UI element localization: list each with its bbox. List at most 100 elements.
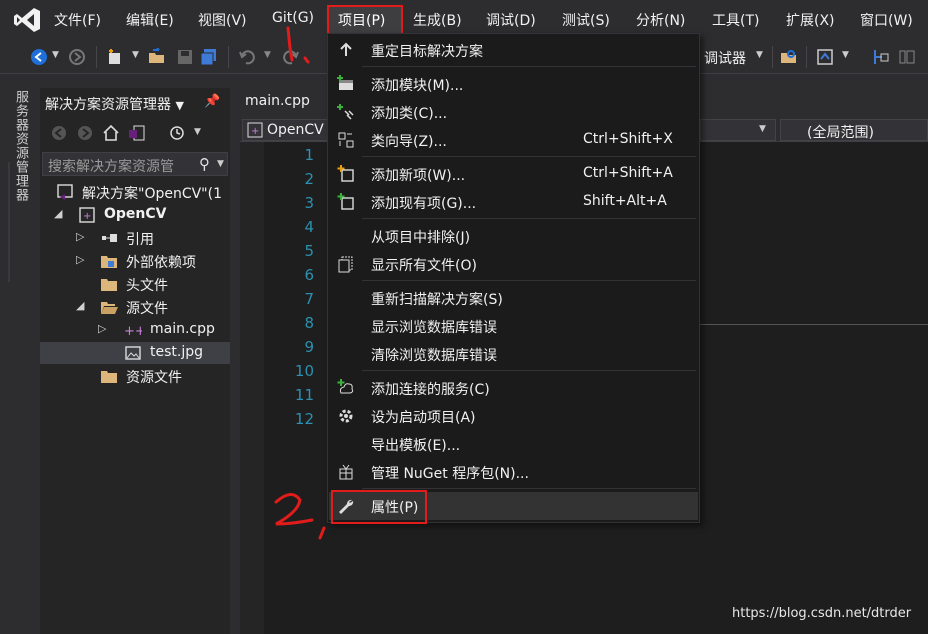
line-number: 1: [304, 146, 314, 164]
menu-item-add-new-item[interactable]: 添加新项(W)... Ctrl+Shift+A: [329, 160, 698, 188]
pending-changes-icon[interactable]: [168, 124, 186, 142]
menu-item-set-startup-project[interactable]: 设为启动项目(A): [329, 402, 698, 430]
menu-item-label: 设为启动项目(A): [371, 410, 476, 426]
visual-studio-logo-icon[interactable]: [12, 6, 42, 34]
chevron-down-icon: ▼: [759, 124, 766, 134]
scope-dropdown-label: (全局范围): [807, 125, 874, 141]
solution-search-input[interactable]: 搜索解决方案资源管 ⚲ ▼: [42, 152, 228, 176]
line-number: 11: [294, 386, 314, 404]
collapsed-arrow-icon[interactable]: ▷: [98, 322, 106, 335]
layout-icon[interactable]: [898, 48, 916, 66]
menu-project[interactable]: 项目(P): [338, 10, 385, 30]
undo-dropdown-icon[interactable]: ▼: [264, 50, 282, 68]
tree-row-project[interactable]: ◢ + OpenCV: [40, 204, 230, 226]
open-folder-icon: [101, 302, 118, 314]
open-folder-icon[interactable]: [148, 48, 166, 66]
tree-row-main-cpp[interactable]: ▷ ++ main.cpp: [40, 319, 230, 341]
back-icon[interactable]: [30, 48, 48, 66]
switch-views-icon[interactable]: [128, 124, 146, 142]
menu-item-class-wizard[interactable]: 类向导(Z)... Ctrl+Shift+X: [329, 126, 698, 154]
project-dropdown[interactable]: + OpenCV: [242, 119, 330, 141]
menu-tools[interactable]: 工具(T): [712, 10, 759, 30]
tab-main-cpp[interactable]: main.cpp: [240, 88, 318, 116]
forward-icon[interactable]: [76, 124, 94, 142]
tree-row-references[interactable]: ▷ 引用: [40, 227, 230, 249]
cpp-project-icon: +: [247, 122, 263, 138]
expanded-arrow-icon[interactable]: ◢: [54, 207, 62, 220]
menu-edit[interactable]: 编辑(E): [126, 10, 174, 30]
menu-item-label: 显示浏览数据库错误: [371, 320, 497, 336]
tree-row-test-jpg[interactable]: test.jpg: [40, 342, 230, 364]
search-options-icon[interactable]: ▼: [217, 159, 224, 169]
browser-dropdown-icon[interactable]: ▼: [842, 50, 860, 68]
menu-file[interactable]: 文件(F): [54, 10, 101, 30]
menu-item-label: 导出模板(E)...: [371, 438, 461, 454]
menu-item-add-existing-item[interactable]: 添加现有项(G)... Shift+Alt+A: [329, 188, 698, 216]
connected-service-icon: [337, 379, 354, 394]
menu-separator: [362, 218, 696, 219]
menu-item-add-module[interactable]: 添加模块(M)...: [329, 70, 698, 98]
redo-icon[interactable]: [282, 48, 300, 66]
tree-row-external-deps[interactable]: ▷ 外部依赖项: [40, 250, 230, 272]
back-icon[interactable]: [50, 124, 68, 142]
save-icon[interactable]: [176, 48, 194, 66]
pending-dropdown-icon[interactable]: ▼: [194, 127, 201, 137]
browser-icon[interactable]: [816, 48, 834, 66]
menu-item-rescan-solution[interactable]: 重新扫描解决方案(S): [329, 284, 698, 312]
menu-item-retarget-solution[interactable]: 重定目标解决方案: [329, 36, 698, 64]
menu-item-show-all-files[interactable]: 显示所有文件(O): [329, 250, 698, 278]
server-explorer-tab[interactable]: 服务器资源管理器: [12, 90, 30, 202]
menu-item-export-template[interactable]: 导出模板(E)...: [329, 430, 698, 458]
menu-build[interactable]: 生成(B): [413, 10, 462, 30]
tree-row-resource-files[interactable]: 资源文件: [40, 365, 230, 387]
menu-extensions[interactable]: 扩展(X): [786, 10, 835, 30]
collapsed-arrow-icon[interactable]: ▷: [76, 253, 84, 266]
pin-icon[interactable]: 📌: [204, 94, 220, 109]
expanded-arrow-icon[interactable]: ◢: [76, 299, 84, 312]
menu-item-add-connected-service[interactable]: 添加连接的服务(C): [329, 374, 698, 402]
forward-icon[interactable]: [68, 48, 86, 66]
menu-item-show-browse-db-errors[interactable]: 显示浏览数据库错误: [329, 312, 698, 340]
save-all-icon[interactable]: [200, 48, 218, 66]
menu-view[interactable]: 视图(V): [198, 10, 247, 30]
menu-item-label: 显示所有文件(O): [371, 258, 477, 274]
search-icon[interactable]: ⚲: [199, 155, 210, 173]
menu-git[interactable]: Git(G): [272, 10, 314, 26]
toolbar-separator: [96, 46, 97, 68]
menu-window[interactable]: 窗口(W): [860, 10, 913, 30]
menu-item-add-class[interactable]: 添加类(C)...: [329, 98, 698, 126]
collapsed-arrow-icon[interactable]: ▷: [76, 230, 84, 243]
toolbar-separator: [228, 46, 229, 68]
add-new-item-icon: [337, 165, 354, 182]
step-icon[interactable]: [872, 48, 890, 66]
menu-item-shortcut: Shift+Alt+A: [583, 193, 667, 209]
menu-item-manage-nuget[interactable]: 管理 NuGet 程序包(N)...: [329, 458, 698, 486]
menu-item-shortcut: Ctrl+Shift+A: [583, 165, 673, 181]
scope-dropdown[interactable]: (全局范围): [780, 119, 928, 141]
debugger-dropdown[interactable]: 调试器: [704, 48, 746, 68]
solution-icon: [57, 184, 73, 200]
type-dropdown[interactable]: ▼: [700, 119, 776, 141]
home-icon[interactable]: [102, 124, 120, 142]
menu-item-clear-browse-db-errors[interactable]: 清除浏览数据库错误: [329, 340, 698, 368]
cpp-file-icon: ++: [124, 324, 142, 339]
tree-label: 头文件: [126, 278, 168, 294]
solution-explorer-title[interactable]: 解决方案资源管理器 ▼: [45, 94, 184, 114]
tree-label: main.cpp: [150, 321, 215, 337]
menu-debug[interactable]: 调试(D): [486, 10, 536, 30]
tree-row-source-files[interactable]: ◢ 源文件: [40, 296, 230, 318]
folder-icon: [101, 371, 117, 383]
title-dropdown-icon[interactable]: ▼: [175, 99, 183, 112]
menu-analyze[interactable]: 分析(N): [636, 10, 685, 30]
menu-test[interactable]: 测试(S): [562, 10, 610, 30]
editor-divider: [700, 324, 928, 325]
undo-icon[interactable]: [238, 48, 256, 66]
external-deps-folder-icon: [101, 256, 117, 268]
find-in-files-icon[interactable]: [780, 48, 798, 66]
new-project-icon[interactable]: [106, 48, 124, 66]
tree-row-header-files[interactable]: 头文件: [40, 273, 230, 295]
menu-item-label: 管理 NuGet 程序包(N)...: [371, 466, 529, 482]
tree-row-solution[interactable]: 解决方案"OpenCV"(1: [40, 181, 230, 203]
menu-item-exclude-from-project[interactable]: 从项目中排除(J): [329, 222, 698, 250]
menu-item-label: 添加模块(M)...: [371, 78, 464, 94]
